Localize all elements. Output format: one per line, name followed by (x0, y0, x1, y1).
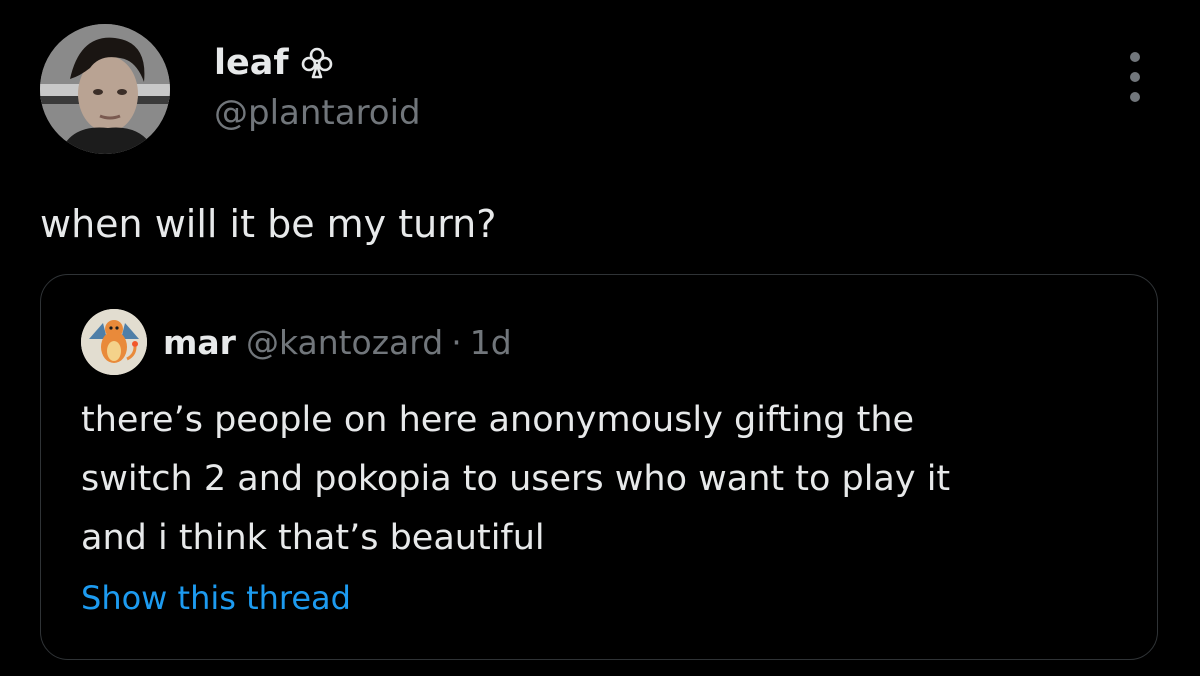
author-handle[interactable]: @plantaroid (214, 90, 421, 136)
author-name-text: leaf (214, 43, 289, 83)
tweet-text: when will it be my turn? (40, 202, 497, 246)
quoted-author-handle[interactable]: @kantozard (246, 323, 443, 362)
quoted-separator: · (451, 323, 462, 362)
author-avatar[interactable] (40, 24, 170, 154)
vertical-dots-icon (1130, 72, 1140, 82)
quoted-author-avatar[interactable] (81, 309, 147, 375)
vertical-dots-icon (1130, 92, 1140, 102)
quoted-avatar-image (81, 309, 147, 375)
avatar-photo (40, 24, 170, 154)
quoted-author-name[interactable]: mar (163, 323, 236, 362)
club-outline-icon (299, 45, 335, 81)
quoted-text-line: there’s people on here anonymously gifti… (81, 400, 915, 440)
quoted-text-line: switch 2 and pokopia to users who want t… (81, 459, 951, 499)
quoted-tweet-card[interactable]: mar @kantozard · 1d there’s people on here … (40, 274, 1158, 660)
show-thread-link[interactable]: Show this thread (81, 575, 351, 621)
more-options-button[interactable] (1120, 52, 1150, 102)
author-display-name[interactable]: leaf (214, 40, 335, 86)
quoted-tweet-text: there’s people on here anonymously gifti… (81, 391, 1081, 568)
quoted-text-line: and i think that’s beautiful (81, 518, 545, 558)
quoted-tweet-header: mar @kantozard · 1d (163, 321, 512, 365)
quoted-timestamp[interactable]: 1d (470, 323, 512, 362)
vertical-dots-icon (1130, 52, 1140, 62)
